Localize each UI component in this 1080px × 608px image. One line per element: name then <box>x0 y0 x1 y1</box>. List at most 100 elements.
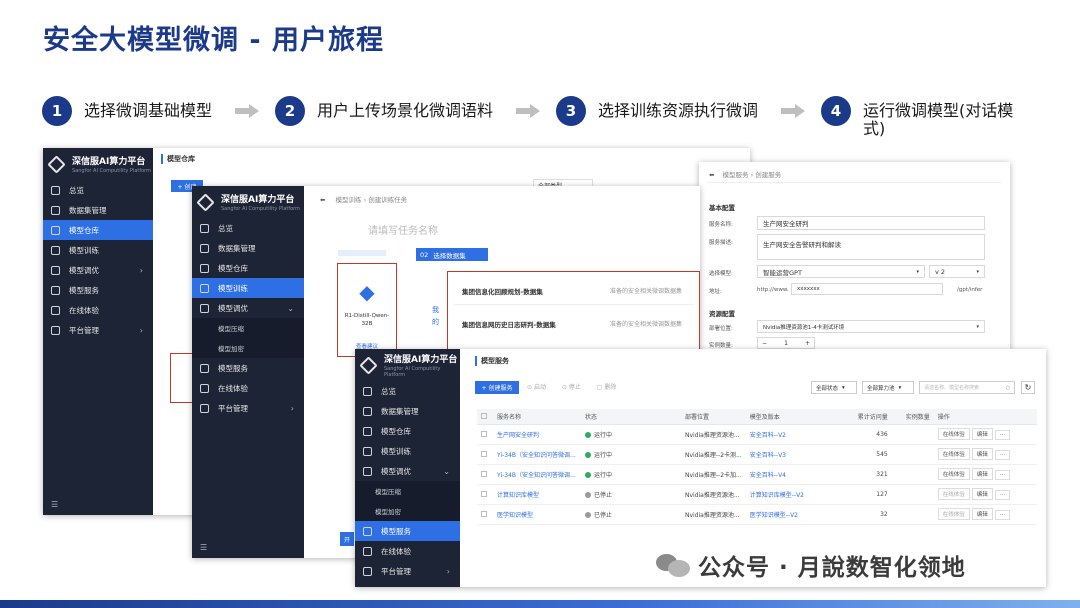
sidebar-item-dataset[interactable]: 数据集管理 <box>355 401 460 421</box>
side-tab-label[interactable]: 我的 <box>432 304 440 328</box>
row-checkbox[interactable] <box>477 464 493 485</box>
edit-button[interactable]: 编辑 <box>971 508 993 520</box>
table-row[interactable]: 计算知识库模型 已停止 Nvidia推理资源池... 计算知识库模型--V2 127 在线… <box>477 484 1037 505</box>
model-version-link[interactable]: 安全百科--V2 <box>745 424 836 445</box>
sidebar-item-online[interactable]: 在线体验 <box>192 378 304 398</box>
minus-icon[interactable]: − <box>762 340 767 347</box>
sidebar-item-dataset[interactable]: 数据集管理 <box>43 200 153 220</box>
plus-icon[interactable]: + <box>805 340 810 347</box>
table-row[interactable]: 生产网安全研判 运行中 Nvidia推理资源池... 安全百科--V2 436 在线体验编… <box>477 424 1037 445</box>
deploy-select[interactable]: Nvidia推理资源池1-4卡测试环境 ▾ <box>757 320 985 333</box>
service-name-link[interactable]: 计算知识库模型 <box>493 484 581 505</box>
next-button[interactable]: 开 <box>340 532 354 546</box>
online-chat-button[interactable]: 在线体验 <box>937 428 970 440</box>
column-header[interactable]: 服务名称 <box>493 409 581 425</box>
model-version-link[interactable]: 安全百科--V3 <box>745 444 836 465</box>
sidebar-item-online[interactable]: 在线体验 <box>355 541 460 561</box>
column-header[interactable]: 实例数量 <box>891 409 934 425</box>
delete-button[interactable]: ▢ 删除 <box>597 384 617 391</box>
more-button[interactable]: ··· <box>994 510 1011 520</box>
breadcrumb-item[interactable]: 模型服务 <box>723 171 749 179</box>
breadcrumb-item[interactable]: 模型训练 <box>336 196 362 204</box>
sidebar-item-repo[interactable]: 模型仓库 <box>355 421 460 441</box>
service-name-input[interactable]: 生产网安全研判 <box>757 216 985 230</box>
row-checkbox[interactable] <box>477 484 493 505</box>
more-button[interactable]: ··· <box>994 490 1011 500</box>
column-header[interactable]: 模型及版本 <box>745 409 836 425</box>
platform-subtitle: Sangfor AI Computility Platform <box>384 366 441 378</box>
column-header[interactable]: 累计访问量 <box>835 409 892 425</box>
search-input[interactable]: 请选名称、模型名称搜索 ○ <box>919 381 1015 394</box>
sidebar-item-dataset[interactable]: 数据集管理 <box>192 238 304 258</box>
more-button[interactable]: ··· <box>994 470 1011 480</box>
status-text: 运行中 <box>594 471 613 479</box>
table-row[interactable]: Yi-34B（安全知识问答微调... 运行中 Nvidia推理--2卡加... 安全百… <box>477 464 1037 485</box>
row-checkbox[interactable] <box>477 504 493 525</box>
sidebar-item-compress[interactable]: 模型压缩 <box>355 481 460 501</box>
dataset-item-name[interactable]: 集团信息化回顾规划-数据集 <box>462 286 543 296</box>
sidebar-item-train[interactable]: 模型训练 <box>355 441 460 461</box>
sidebar-item-admin[interactable]: 平台管理 › <box>192 398 304 418</box>
more-button[interactable]: ··· <box>994 450 1011 460</box>
sidebar-item-service[interactable]: 模型服务 <box>355 521 460 541</box>
sidebar-item-admin[interactable]: 平台管理 › <box>43 320 153 340</box>
sidebar-item-admin[interactable]: 平台管理 › <box>355 561 460 581</box>
sidebar-item-overview[interactable]: 总览 <box>355 381 460 401</box>
column-header[interactable]: 状态 <box>581 409 681 425</box>
row-checkbox[interactable] <box>477 424 493 445</box>
sidebar-item-repo[interactable]: 模型仓库 <box>43 220 153 240</box>
refresh-icon[interactable]: ↻ <box>1021 381 1035 394</box>
model-version-link[interactable]: 医学知识模型--V2 <box>745 504 836 525</box>
sidebar-item-online[interactable]: 在线体验 <box>43 300 153 320</box>
service-name-link[interactable]: Yi-34B（安全知识问答微调... <box>493 464 581 485</box>
service-name-link[interactable]: 医学知识模型 <box>493 504 581 525</box>
deploy-filter-select[interactable]: 全部算力池 ▾ <box>862 381 914 394</box>
sidebar-item-encrypt[interactable]: 模型加密 <box>192 338 304 358</box>
task-name-input[interactable]: 请填写任务名称 <box>368 222 438 237</box>
select-all-checkbox[interactable] <box>477 409 493 425</box>
online-chat-button[interactable]: 在线体验 <box>937 488 970 500</box>
sidebar-item-service[interactable]: 模型服务 <box>192 358 304 378</box>
sidebar-item-overview[interactable]: 总览 <box>43 180 153 200</box>
online-chat-button[interactable]: 在线体验 <box>937 508 970 520</box>
sidebar-item-tune[interactable]: 模型调优 ⌄ <box>355 461 460 481</box>
sidebar-item-train[interactable]: 模型训练 <box>43 240 153 260</box>
status-filter-select[interactable]: 全部状态 ▾ <box>811 381 857 394</box>
column-header[interactable]: 部署位置 <box>681 409 746 425</box>
collapse-icon[interactable]: ☰ <box>200 543 207 552</box>
back-arrow-icon[interactable]: ⬅ <box>709 171 714 179</box>
sidebar-item-encrypt[interactable]: 模型加密 <box>355 501 460 521</box>
row-checkbox[interactable] <box>477 444 493 465</box>
sidebar-item-service[interactable]: 模型服务 <box>43 280 153 300</box>
edit-button[interactable]: 编辑 <box>971 448 993 460</box>
sidebar-item-tune[interactable]: 模型调优 ⌄ <box>192 298 304 318</box>
instance-stepper[interactable]: − 1 + <box>757 337 815 349</box>
model-version-link[interactable]: 计算知识库模型--V2 <box>745 484 836 505</box>
sidebar-item-overview[interactable]: 总览 <box>192 218 304 238</box>
sidebar-item-compress[interactable]: 模型压缩 <box>192 318 304 338</box>
url-input[interactable]: xxxxxxx <box>791 283 943 295</box>
sidebar-item-tune[interactable]: 模型调优 › <box>43 260 153 280</box>
model-version-link[interactable]: 安全百科--V4 <box>745 464 836 485</box>
service-name-link[interactable]: 生产网安全研判 <box>493 424 581 445</box>
version-select[interactable]: v 2 ▾ <box>929 265 985 278</box>
online-chat-button[interactable]: 在线体验 <box>937 468 970 480</box>
edit-button[interactable]: 编辑 <box>971 488 993 500</box>
more-button[interactable]: ··· <box>994 430 1011 440</box>
edit-button[interactable]: 编辑 <box>971 428 993 440</box>
service-desc-input[interactable]: 生产网安全告警研判和解读 <box>757 234 985 260</box>
stop-button[interactable]: ⊙ 停止 <box>562 384 581 391</box>
table-row[interactable]: Yi-34B（安全知识问答微调... 运行中 Nvidia推理--2卡测... 安全百… <box>477 444 1037 465</box>
start-button[interactable]: ⊙ 启动 <box>527 384 546 391</box>
edit-button[interactable]: 编辑 <box>971 468 993 480</box>
create-service-button[interactable]: + 创建服务 <box>475 381 519 394</box>
online-chat-button[interactable]: 在线体验 <box>937 448 970 460</box>
dataset-item-name[interactable]: 集团信息网历史日志研判-数据集 <box>462 319 556 329</box>
table-row[interactable]: 医学知识模型 已停止 Nvidia推理资源池... 医学知识模型--V2 32 在线体验编… <box>477 504 1037 525</box>
collapse-icon[interactable]: ☰ <box>51 500 58 509</box>
sidebar-item-train[interactable]: 模型训练 <box>192 278 304 298</box>
service-name-link[interactable]: Yi-34B（安全知识问答微调... <box>493 444 581 465</box>
model-select[interactable]: 智能运营GPT ▾ <box>757 265 925 278</box>
sidebar-item-repo[interactable]: 模型仓库 <box>192 258 304 278</box>
back-arrow-icon[interactable]: ⬅ <box>320 196 325 204</box>
